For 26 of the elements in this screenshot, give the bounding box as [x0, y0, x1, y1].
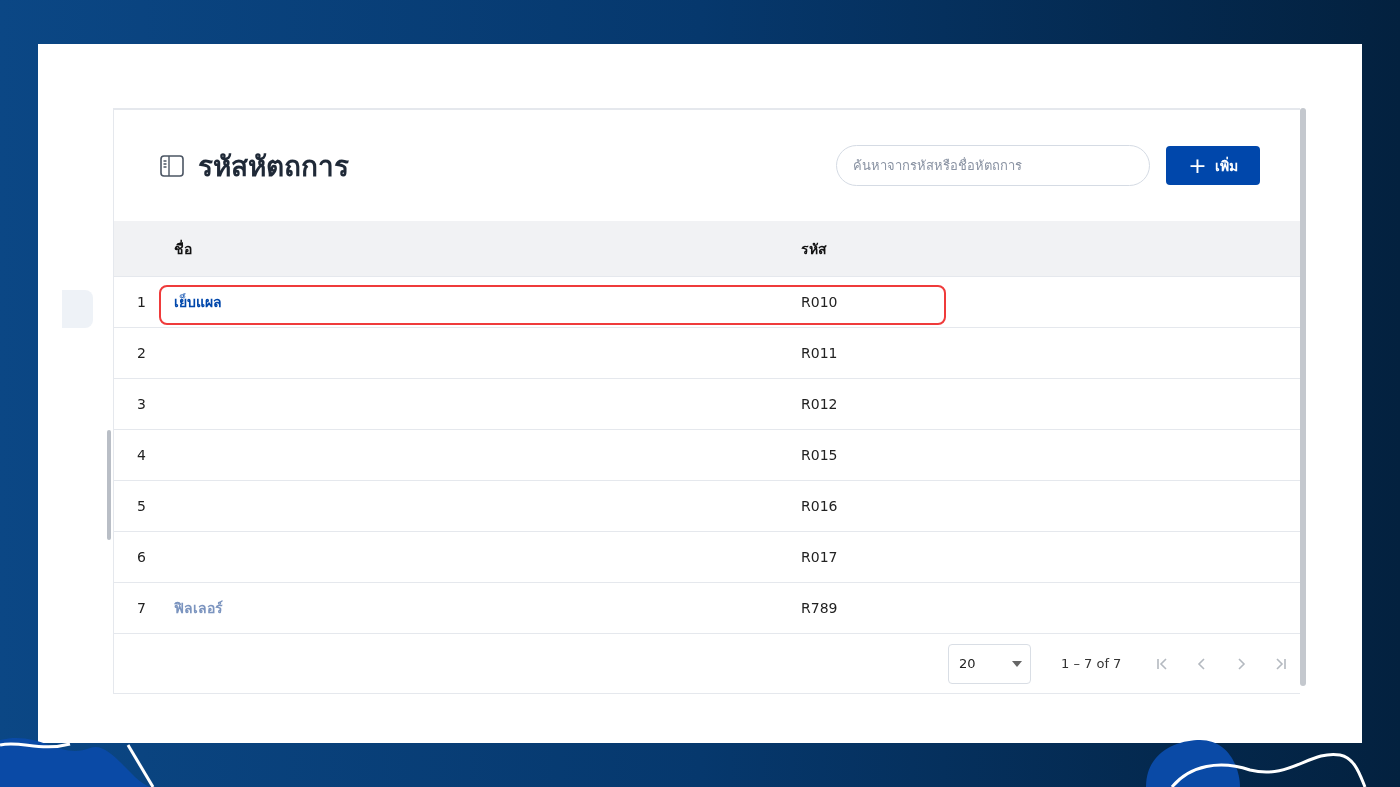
row-number: 5 [136, 498, 147, 514]
page-size-select[interactable]: 20 [948, 643, 1031, 684]
column-header: ชื่อ [174, 238, 193, 259]
table-cell: R015 [801, 447, 838, 463]
column-header: รหัส [801, 239, 827, 259]
row-number: 6 [136, 549, 147, 565]
row-number: 7 [136, 600, 147, 616]
table-cell: R016 [801, 498, 838, 514]
sidebar-toggle-icon[interactable] [160, 154, 184, 177]
table-cell: R012 [801, 396, 838, 412]
search-field[interactable]: ค้นหาจากรหัสหรือชื่อหัตถการ [836, 145, 1150, 186]
row-number: 1 [136, 294, 147, 310]
table-cell: R789 [801, 600, 838, 616]
add-button[interactable]: + เพิ่ม [1166, 146, 1260, 185]
scrollbar[interactable] [107, 430, 111, 540]
table-cell: R010 [801, 294, 838, 310]
table-cell: R017 [801, 549, 838, 565]
row-number: 4 [136, 447, 147, 463]
scrollbar[interactable] [1300, 108, 1306, 686]
procedure-name-link[interactable]: เย็บแผล [174, 291, 801, 313]
row-number: 2 [136, 345, 147, 361]
row-number: 3 [136, 396, 147, 412]
table-cell: R011 [801, 345, 838, 361]
dropdown-caret-icon [1012, 660, 1022, 667]
page-range: 1 – 7 of 7 [1061, 656, 1122, 671]
page-title: รหัสหัตถการ [198, 148, 350, 185]
